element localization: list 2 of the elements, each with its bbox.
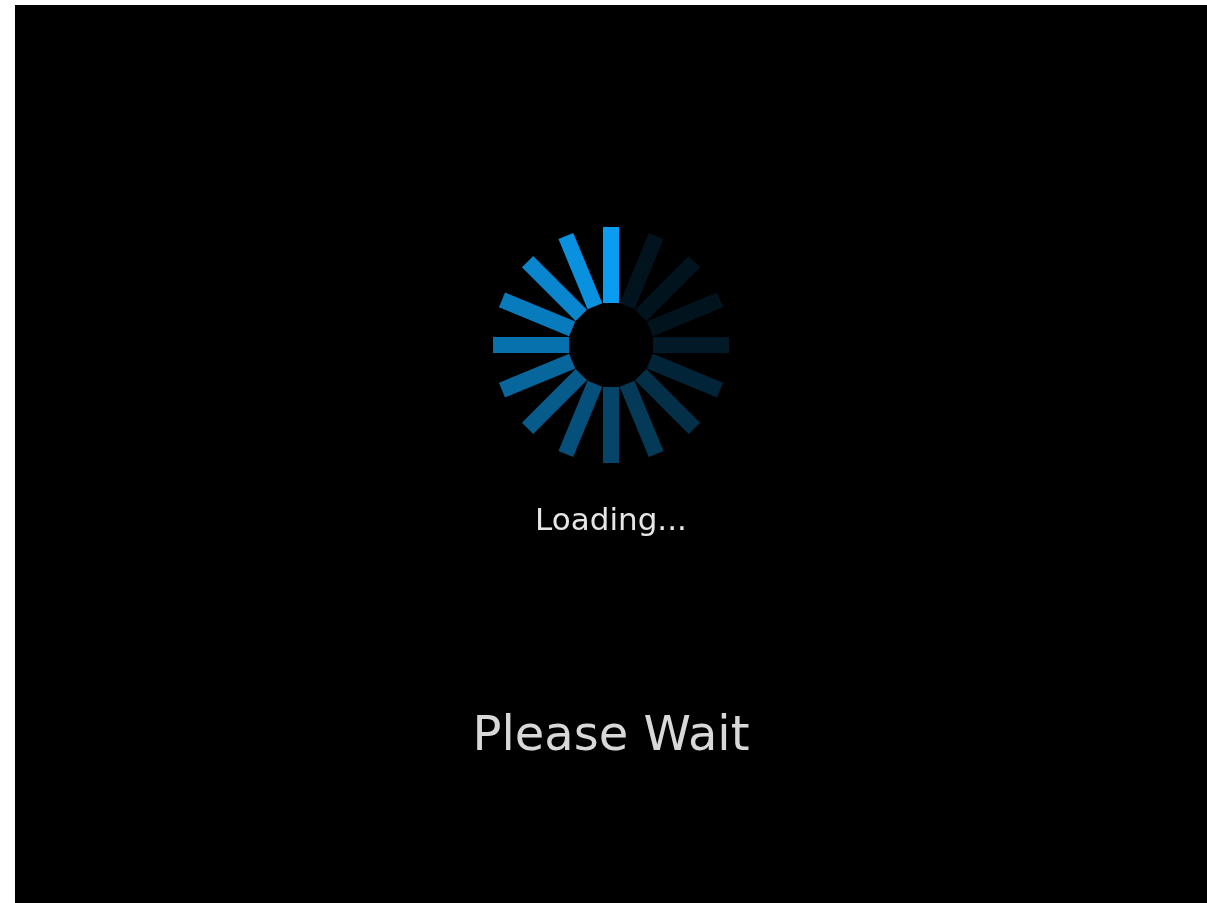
loading-text: Loading... bbox=[535, 501, 687, 537]
wait-message: Please Wait bbox=[472, 705, 750, 761]
